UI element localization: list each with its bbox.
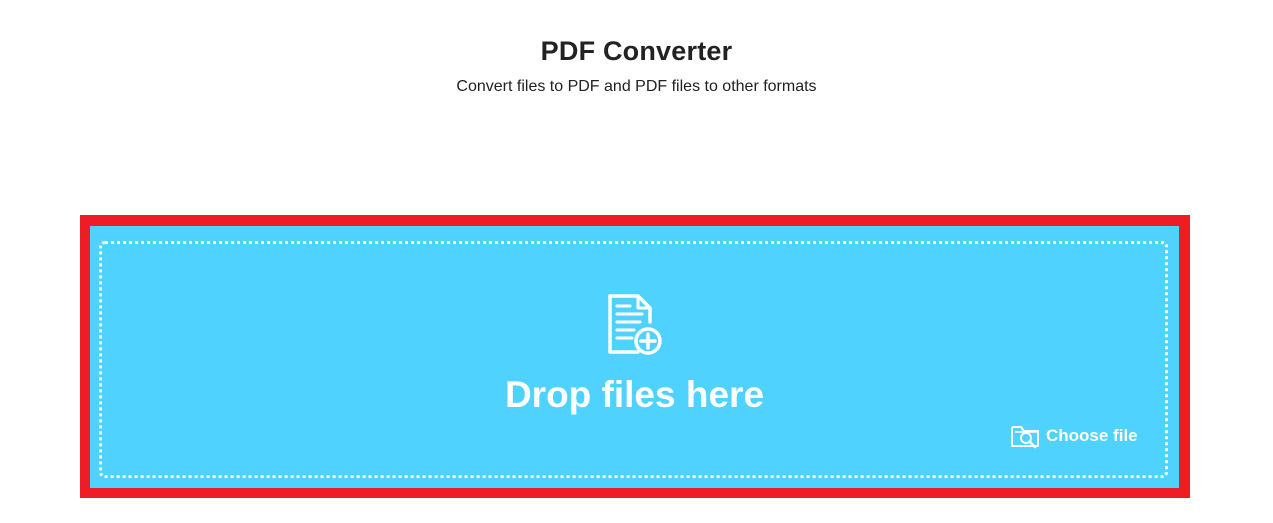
file-drop-zone[interactable]: Drop files here Choose file bbox=[90, 226, 1179, 488]
choose-file-label: Choose file bbox=[1046, 426, 1138, 445]
page-header: PDF Converter Convert files to PDF and P… bbox=[0, 36, 1273, 96]
drop-zone-dotted-border bbox=[99, 241, 1168, 478]
page-subtitle: Convert files to PDF and PDF files to ot… bbox=[456, 78, 817, 95]
file-add-icon bbox=[608, 294, 662, 355]
choose-file-button[interactable]: Choose file bbox=[1010, 422, 1138, 450]
drop-files-label: Drop files here bbox=[504, 374, 765, 415]
page-title: PDF Converter bbox=[540, 36, 733, 66]
folder-search-icon bbox=[1011, 426, 1039, 449]
highlight-frame: Drop files here Choose file bbox=[80, 215, 1190, 498]
